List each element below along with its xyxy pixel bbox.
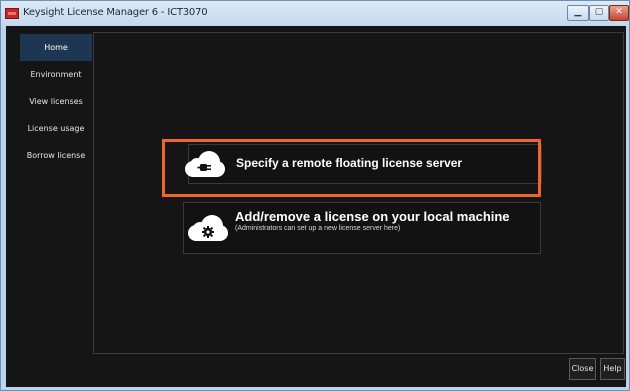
cloud-gear-icon [188,215,228,241]
minimize-button[interactable]: ▁ [567,5,589,21]
window-title: Keysight License Manager 6 - ICT3070 [23,7,208,18]
home-panel: Specify a remote floating license server [93,32,624,354]
sidebar-item-license-usage[interactable]: License usage [20,115,92,142]
app-window: Keysight License Manager 6 - ICT3070 ▁ ▢… [0,0,630,391]
remote-server-option[interactable]: Specify a remote floating license server [185,144,542,184]
local-license-option-label: Add/remove a license on your local machi… [235,209,510,224]
cloud-plug-icon [185,151,225,177]
remote-server-option-label: Specify a remote floating license server [236,156,463,170]
window-close-button[interactable]: ✕ [609,5,629,21]
help-button[interactable]: Help [600,358,625,380]
sidebar: Home Environment View licenses License u… [20,34,92,169]
sidebar-item-environment[interactable]: Environment [20,61,92,88]
sidebar-item-borrow-license[interactable]: Borrow license [20,142,92,169]
sidebar-item-home[interactable]: Home [20,34,92,61]
local-license-option[interactable]: Add/remove a license on your local machi… [183,202,541,254]
local-license-option-subtitle: (Administrators can set up a new license… [235,225,401,232]
keysight-app-icon [5,8,19,19]
sidebar-item-view-licenses[interactable]: View licenses [20,88,92,115]
maximize-button[interactable]: ▢ [589,5,609,21]
close-button[interactable]: Close [569,358,596,380]
title-bar[interactable]: Keysight License Manager 6 - ICT3070 ▁ ▢… [1,1,629,26]
client-area: Home Environment View licenses License u… [6,26,626,387]
